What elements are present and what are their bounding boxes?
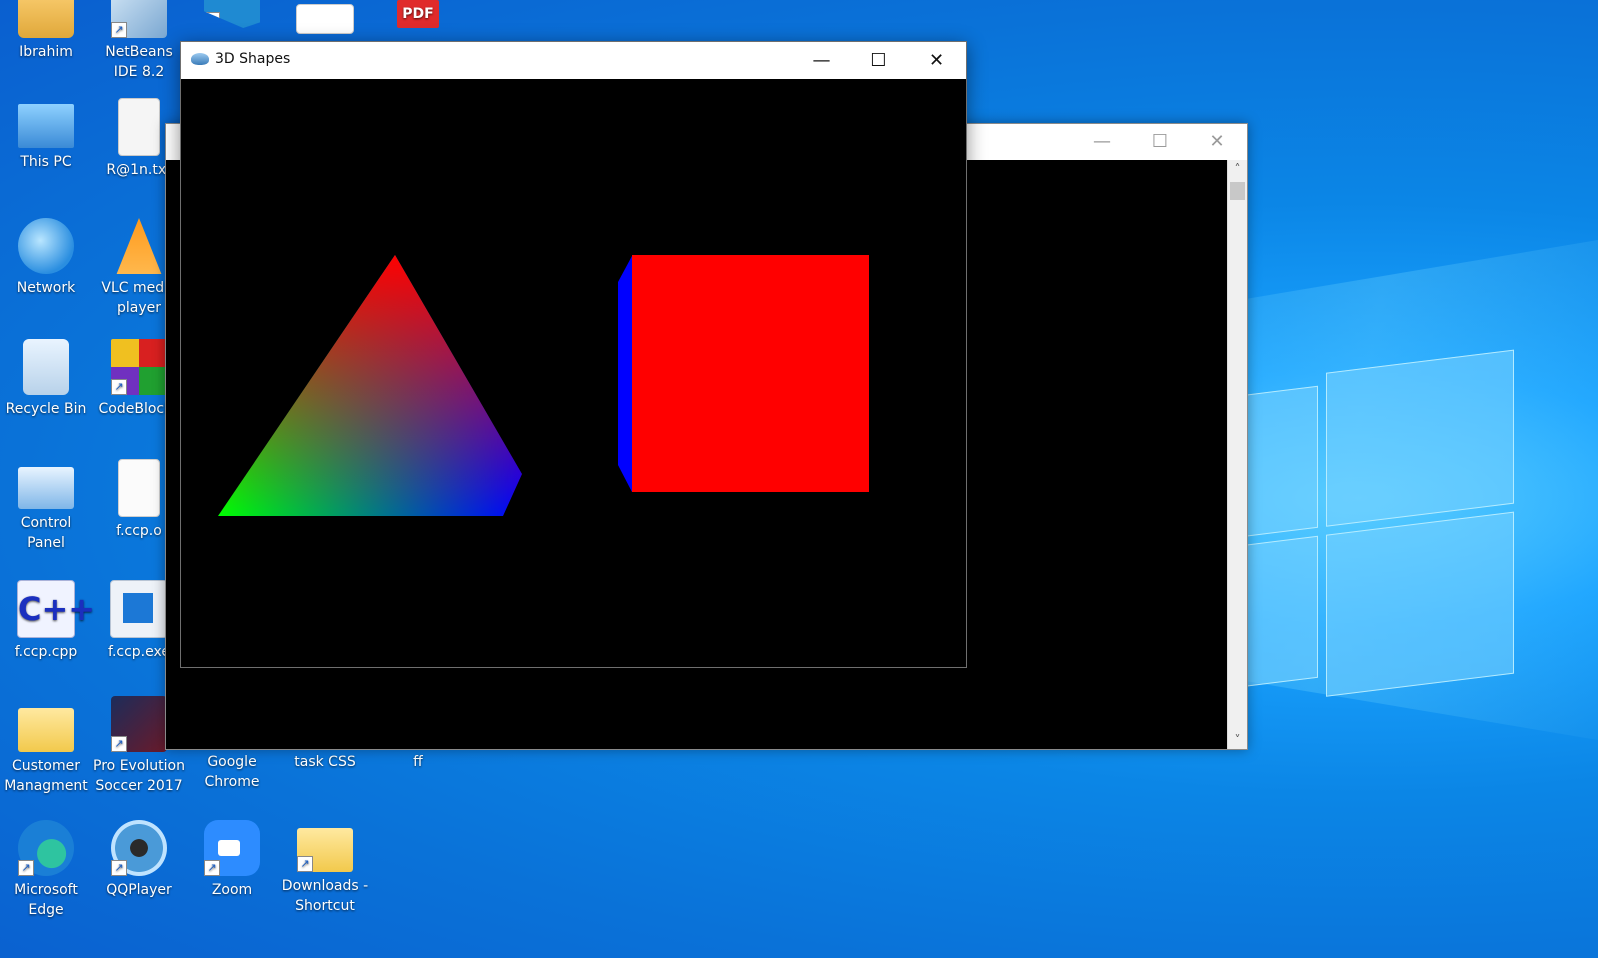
codeblocks-icon: ↗	[111, 339, 167, 395]
text-file-icon	[118, 98, 160, 156]
desktop-icon-network[interactable]: Network	[0, 218, 92, 298]
desktop-icon-this-pc[interactable]: This PC	[0, 98, 92, 172]
scrollbar-thumb[interactable]	[1230, 182, 1245, 200]
back-minimize-button[interactable]: —	[1073, 124, 1131, 160]
icon-label: NetBeans IDE 8.2	[105, 44, 173, 80]
icon-label: Network	[16, 280, 76, 296]
user-folder-icon	[18, 0, 74, 38]
icon-label: Google Chrome	[204, 754, 260, 790]
recycle-bin-icon	[23, 339, 69, 395]
icon-label: f.ccp.cpp	[14, 644, 78, 660]
icon-label: task CSS	[294, 754, 356, 770]
back-close-button[interactable]: ✕	[1188, 124, 1246, 160]
desktop-icon-downloads-shortcut[interactable]: ↗ Downloads - Shortcut	[279, 820, 371, 916]
opengl-canvas[interactable]	[181, 79, 966, 667]
cube-front-face	[632, 255, 869, 492]
icon-label: Customer Managment	[4, 758, 88, 794]
desktop-icon-fccp-cpp[interactable]: C++ f.ccp.cpp	[0, 580, 95, 662]
icon-label: Microsoft Edge	[14, 882, 78, 918]
file-icon	[118, 459, 160, 517]
back-maximize-button[interactable]: ☐	[1131, 124, 1189, 160]
desktop-icon-zoom[interactable]: ↗ Zoom	[186, 820, 278, 900]
folder-icon	[18, 708, 74, 752]
pdf-icon: PDF	[397, 0, 439, 28]
icon-label: QQPlayer	[106, 882, 172, 898]
desktop-icon-customer-managment[interactable]: Customer Managment	[0, 700, 92, 796]
exe-icon	[110, 580, 168, 638]
desktop-icon-netbeans[interactable]: ↗ NetBeans IDE 8.2	[93, 0, 185, 82]
icon-label: Ibrahim	[19, 44, 73, 60]
icon-label: Pro Evolution Soccer 2017	[93, 758, 185, 794]
spreadsheet-icon	[296, 4, 354, 34]
cube	[618, 255, 869, 492]
windows-logo-wallpaper	[1246, 323, 1516, 708]
vscode-icon: ↗	[204, 0, 260, 28]
scene-svg	[218, 255, 869, 516]
control-panel-icon	[18, 467, 74, 509]
3d-shapes-window[interactable]: 3D Shapes — ☐ ✕	[180, 41, 967, 668]
vlc-icon	[116, 218, 162, 274]
desktop-icon-vscode[interactable]: ↗	[186, 0, 278, 32]
icon-label: Downloads - Shortcut	[281, 878, 369, 914]
pes-icon: ↗	[111, 696, 167, 752]
scroll-up-button[interactable]: ˄	[1228, 160, 1247, 178]
app-icon	[191, 53, 209, 65]
pyramid	[218, 255, 522, 516]
icon-label: This PC	[20, 154, 72, 170]
zoom-icon: ↗	[204, 820, 260, 876]
desktop-icon-recycle-bin[interactable]: Recycle Bin	[0, 339, 92, 419]
desktop-icon-edge[interactable]: ↗ Microsoft Edge	[0, 820, 92, 920]
maximize-button[interactable]: ☐	[850, 42, 907, 79]
desktop-icon-ibrahim[interactable]: Ibrahim	[0, 0, 92, 62]
window-title: 3D Shapes	[215, 51, 291, 67]
icon-label: Control Panel	[20, 515, 72, 551]
icon-label: ff	[413, 754, 423, 770]
vertical-scrollbar[interactable]: ˄ ˅	[1227, 160, 1247, 749]
qqplayer-icon: ↗	[111, 820, 167, 876]
window-titlebar[interactable]: 3D Shapes — ☐ ✕	[181, 42, 966, 79]
icon-label: Recycle Bin	[5, 401, 87, 417]
network-icon	[18, 218, 74, 274]
desktop-icon-qqplayer[interactable]: ↗ QQPlayer	[93, 820, 185, 900]
close-button[interactable]: ✕	[908, 42, 965, 79]
desktop-icon-spreadsheet[interactable]	[279, 4, 371, 38]
desktop-icon-pdf[interactable]: PDF	[372, 0, 464, 32]
downloads-folder-icon: ↗	[297, 828, 353, 872]
icon-label: Zoom	[211, 882, 253, 898]
desktop-icon-control-panel[interactable]: Control Panel	[0, 459, 92, 553]
edge-icon: ↗	[18, 820, 74, 876]
scroll-down-button[interactable]: ˅	[1228, 731, 1247, 749]
minimize-button[interactable]: —	[793, 42, 850, 79]
cpp-file-icon: C++	[17, 580, 95, 638]
cube-side-face	[618, 256, 632, 492]
netbeans-icon: ↗	[111, 0, 167, 38]
computer-icon	[18, 104, 74, 148]
